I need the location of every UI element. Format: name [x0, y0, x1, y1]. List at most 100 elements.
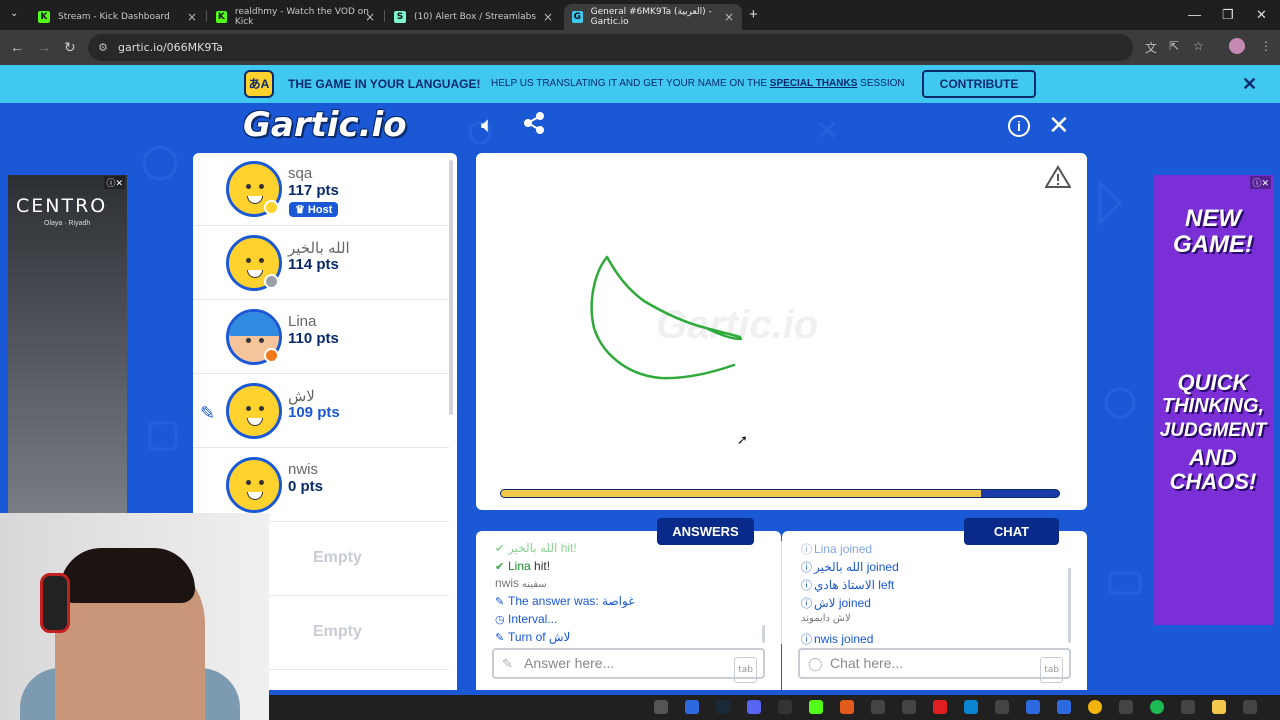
banner-subtitle: HELP US TRANSLATING IT AND GET YOUR NAME… [491, 78, 905, 89]
player-points: 117 pts [288, 182, 339, 199]
translate-icon[interactable]: 文 [1145, 39, 1157, 56]
chat-text: left [874, 578, 895, 592]
answer-placeholder: Answer here... [524, 655, 615, 671]
app-icon[interactable] [1243, 700, 1257, 714]
app-icon[interactable] [778, 700, 792, 714]
browser-tab-streamlabs[interactable]: S (10) Alert Box / Streamlabs × [386, 4, 561, 30]
menu-icon[interactable]: ⋮ [1260, 39, 1272, 53]
spotify-icon[interactable] [1150, 700, 1164, 714]
answers-scrollbar[interactable] [762, 625, 765, 643]
player-name: Lina [288, 313, 317, 330]
player-points: 114 pts [288, 256, 339, 273]
tab-search-icon[interactable]: ⌄ [10, 8, 18, 19]
contribute-button[interactable]: CONTRIBUTE [922, 70, 1036, 98]
check-icon: ✔ [495, 543, 505, 555]
right-advertisement[interactable]: ⓘ✕ NEW GAME! QUICK THINKING, JUDGMENT AN… [1153, 175, 1273, 625]
players-scrollbar[interactable] [449, 160, 453, 415]
player-row[interactable]: Lina 110 pts [193, 301, 449, 374]
reload-icon[interactable]: ↻ [64, 39, 76, 56]
drawing-canvas[interactable]: Gartic.io ➚ [476, 153, 1087, 510]
chat-message: ⓘ الاستاذ هادي left [801, 577, 894, 593]
answer-text: The answer was: غواصة [508, 594, 635, 608]
app-icon[interactable] [1026, 700, 1040, 714]
minimize-icon[interactable]: — [1188, 7, 1201, 22]
ad-close-icon[interactable]: ⓘ✕ [1250, 176, 1271, 189]
chat-message: لاش دايموند [801, 613, 851, 624]
file-explorer-icon[interactable] [1212, 700, 1226, 714]
close-tab-icon[interactable]: × [365, 10, 375, 24]
edge-icon[interactable] [964, 700, 978, 714]
answer-text: hit! [557, 541, 577, 555]
info-icon[interactable]: i [1008, 115, 1030, 137]
drawing-stroke [590, 255, 743, 380]
answer-message: nwis سفينه [495, 576, 547, 590]
pencil-icon: ✎ [495, 596, 505, 608]
app-icon[interactable] [840, 700, 854, 714]
close-banner-icon[interactable]: ✕ [1242, 74, 1257, 95]
player-row-drawing[interactable]: ✎ لاش 109 pts [193, 375, 449, 448]
chat-user: Lina [814, 542, 837, 556]
new-tab-icon[interactable]: + [749, 6, 758, 23]
youtube-icon[interactable] [933, 700, 947, 714]
player-status-dot [264, 348, 279, 363]
kick-icon[interactable] [809, 700, 823, 714]
forward-icon[interactable]: → [37, 39, 51, 55]
app-icon[interactable] [1119, 700, 1133, 714]
install-app-icon[interactable]: ⇱ [1169, 39, 1179, 53]
gartic-icon: G [572, 11, 583, 23]
answer-user: nwis [495, 576, 520, 590]
chat-input[interactable]: ◯ Chat here... tab [798, 648, 1071, 683]
empty-label: Empty [313, 623, 362, 640]
sound-icon[interactable]: 🔈︎ [481, 112, 494, 138]
exit-icon[interactable]: ✕ [1048, 110, 1070, 141]
chat-placeholder: Chat here... [830, 655, 904, 671]
pencil-icon: ✎ [502, 656, 513, 671]
bookmark-star-icon[interactable]: ☆ [1193, 39, 1204, 53]
discord-icon[interactable] [747, 700, 761, 714]
profile-avatar[interactable] [1229, 38, 1245, 54]
app-icon[interactable] [902, 700, 916, 714]
player-row[interactable]: الله بالخير 114 pts [193, 227, 449, 300]
special-thanks-link[interactable]: SPECIAL THANKS [770, 78, 858, 89]
player-row[interactable]: nwis 0 pts [193, 449, 449, 522]
empty-label: Empty [313, 549, 362, 566]
browser-tab-kick-vod[interactable]: K realdhmy - Watch the VOD on Kick × [208, 4, 383, 30]
back-icon[interactable]: ← [10, 39, 24, 55]
ad-close-icon[interactable]: ⓘ✕ [104, 176, 125, 189]
player-status-dot [264, 274, 279, 289]
chat-bubble-icon: ◯ [808, 656, 823, 671]
address-bar[interactable]: ⚙ gartic.io/066MK9Ta [88, 34, 1133, 61]
chat-tab[interactable]: CHAT [964, 518, 1059, 545]
chat-text: joined [835, 596, 871, 610]
share-icon[interactable] [523, 112, 545, 140]
chat-scrollbar[interactable] [1068, 568, 1071, 643]
app-icon[interactable] [654, 700, 668, 714]
player-row[interactable]: sqa 117 pts ♛ Host [193, 153, 449, 226]
app-icon[interactable] [1181, 700, 1195, 714]
tab-key-hint: tab [1040, 657, 1063, 683]
site-info-icon[interactable]: ⚙ [98, 34, 108, 61]
close-tab-icon[interactable]: × [187, 10, 197, 24]
close-tab-icon[interactable]: × [543, 10, 553, 24]
media-icon[interactable] [995, 700, 1009, 714]
obs-icon[interactable] [871, 700, 885, 714]
app-icon[interactable] [1057, 700, 1071, 714]
close-tab-icon[interactable]: × [724, 10, 734, 24]
left-advertisement[interactable]: ⓘ✕ CENTRO Olaya · Riyadh [8, 175, 127, 520]
browser-tab-gartic[interactable]: G General #6MK9Ta (العربية) - Gartic.io … [564, 4, 742, 30]
gartic-logo[interactable]: Gartic.io [243, 105, 407, 145]
restore-icon[interactable]: ❐ [1222, 7, 1234, 23]
answer-input[interactable]: ✎ Answer here... tab [492, 648, 765, 683]
url-text: gartic.io/066MK9Ta [118, 41, 223, 54]
host-badge: ♛ Host [289, 202, 339, 217]
browser-tab-kick-dashboard[interactable]: K Stream - Kick Dashboard × [30, 4, 205, 30]
answer-message: ✔ الله بالخير hit! [495, 541, 577, 555]
player-name: لاش [288, 388, 315, 405]
steam-icon[interactable] [716, 700, 730, 714]
app-icon[interactable] [685, 700, 699, 714]
window-close-icon[interactable]: ✕ [1256, 7, 1267, 23]
answer-text: Interval... [508, 612, 558, 626]
answer-message: ✔ Lina hit! [495, 559, 550, 573]
answers-tab[interactable]: ANSWERS [657, 518, 754, 545]
chrome-icon[interactable] [1088, 700, 1102, 714]
